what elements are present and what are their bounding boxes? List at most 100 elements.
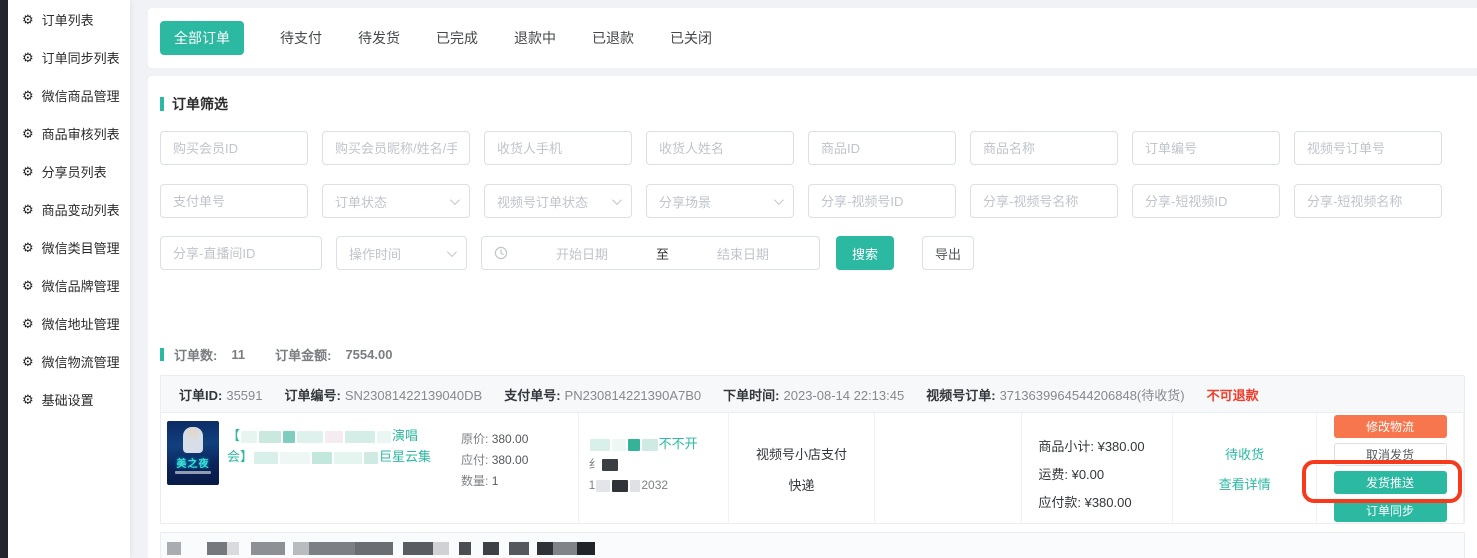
- order-id-meta: 订单ID: 35591: [179, 385, 263, 404]
- redacted-text: [642, 439, 658, 451]
- gear-icon: ⚙: [22, 279, 34, 292]
- sidebar-item-label: 微信地址管理: [42, 314, 120, 333]
- buyer-nickname-line: 不不开: [589, 433, 720, 454]
- gear-icon: ⚙: [22, 393, 34, 406]
- view-detail-link[interactable]: 查看详情: [1219, 474, 1271, 493]
- share-channel-name-input[interactable]: [970, 184, 1118, 218]
- sidebar-item-sharer-list[interactable]: ⚙分享员列表: [8, 152, 130, 190]
- filter-section-title: 订单筛选: [160, 94, 228, 114]
- product-title-fragment: 演唱: [392, 428, 418, 443]
- redacted-text: [254, 452, 278, 464]
- sidebar-item-wechat-logistics-mgmt[interactable]: ⚙ 微信物流管理: [8, 342, 130, 380]
- sidebar-item-order-sync-list[interactable]: ⚙订单同步列表: [8, 38, 130, 76]
- redacted-meta-row: [161, 533, 1464, 558]
- redacted-text: [537, 542, 553, 555]
- shipping-value: ¥0.00: [1072, 467, 1105, 482]
- gear-icon: ⚙: [22, 51, 34, 64]
- meta-label: 支付单号:: [504, 388, 560, 403]
- receiver-name-input[interactable]: [646, 131, 794, 165]
- sidebar-item-wechat-category-mgmt[interactable]: ⚙微信类目管理: [8, 228, 130, 266]
- empty-cell: [875, 413, 1022, 524]
- product-image[interactable]: 美之夜: [167, 421, 219, 485]
- chevron-down-icon: [774, 195, 784, 205]
- sidebar-item-wechat-brand-mgmt[interactable]: ⚙ 微信品牌管理: [8, 266, 130, 304]
- poster-title-text: 美之夜: [167, 455, 219, 470]
- tab-refunding[interactable]: 退款中: [514, 21, 556, 55]
- order-sync-button[interactable]: 订单同步: [1334, 499, 1447, 522]
- sidebar-item-label: 微信品牌管理: [42, 276, 120, 295]
- order-meta-header: 订单ID:35591 订单编号:SN23081422139040DB 支付单号:…: [161, 376, 1464, 413]
- product-title[interactable]: 【演唱 会】巨星云集: [227, 425, 463, 467]
- no-refund-badge: 不可退款: [1207, 385, 1259, 404]
- buyer-name-fragment: 纟: [589, 457, 601, 471]
- sidebar-item-product-review-list[interactable]: ⚙商品审核列表: [8, 114, 130, 152]
- sidebar-item-label: 微信商品管理: [42, 86, 120, 105]
- sidebar-item-label: 微信物流管理: [42, 352, 120, 371]
- redacted-text: [167, 542, 181, 555]
- redacted-text: [483, 542, 499, 555]
- redacted-text: [345, 431, 375, 443]
- date-range-picker[interactable]: 开始日期 至 结束日期: [481, 236, 820, 270]
- order-stats: 订单数: 11 订单金额: 7554.00: [160, 345, 398, 364]
- channel-order-number-input[interactable]: [1294, 131, 1442, 165]
- buyer-nickname-fragment: 不不开: [659, 436, 698, 451]
- share-live-room-id-input[interactable]: [160, 236, 322, 270]
- share-video-id-input[interactable]: [1132, 184, 1280, 218]
- share-channel-id-input[interactable]: [808, 184, 956, 218]
- share-scene-select[interactable]: 分享场景: [646, 184, 794, 218]
- order-status-cell: 待收货 查看详情: [1173, 413, 1317, 524]
- redacted-text: [283, 431, 295, 443]
- modify-logistics-button[interactable]: 修改物流: [1334, 415, 1447, 438]
- product-title-fragment: 【: [227, 428, 240, 443]
- product-name-input[interactable]: [970, 131, 1118, 165]
- sidebar-item-wechat-address-mgmt[interactable]: ⚙微信地址管理: [8, 304, 130, 342]
- sidebar: ⚙订单列表 ⚙订单同步列表 ⚙微信商品管理 ⚙商品审核列表 ⚙分享员列表 ⚙商品…: [8, 0, 130, 558]
- operate-time-select[interactable]: 操作时间: [336, 236, 467, 270]
- date-range-separator: 至: [656, 244, 669, 263]
- chevron-down-icon: [612, 195, 622, 205]
- sidebar-item-wechat-product-mgmt[interactable]: ⚙微信商品管理: [8, 76, 130, 114]
- tab-closed[interactable]: 已关闭: [670, 21, 712, 55]
- share-video-name-input[interactable]: [1294, 184, 1442, 218]
- product-title-fragment: 会】: [227, 449, 253, 464]
- meta-value: 35591: [226, 388, 262, 403]
- pay-price-label: 应付:: [461, 453, 488, 467]
- tab-pending-payment[interactable]: 待支付: [280, 21, 322, 55]
- sidebar-item-label: 微信类目管理: [42, 238, 120, 257]
- sidebar-item-order-list[interactable]: ⚙订单列表: [8, 0, 130, 38]
- receiver-phone-input[interactable]: [484, 131, 632, 165]
- sidebar-item-basic-settings[interactable]: ⚙基础设置: [8, 380, 130, 418]
- gear-icon: ⚙: [22, 355, 34, 368]
- cancel-shipment-button[interactable]: 取消发货: [1334, 443, 1447, 466]
- redacted-text: [325, 431, 343, 443]
- payment-number-input[interactable]: [160, 184, 308, 218]
- order-status-select[interactable]: 订单状态: [322, 184, 470, 218]
- buyer-member-id-input[interactable]: [160, 131, 308, 165]
- search-button[interactable]: 搜索: [836, 236, 894, 270]
- export-button[interactable]: 导出: [922, 236, 974, 270]
- buyer-cell: 不不开 纟 12032: [579, 413, 729, 524]
- quantity-value: 1: [492, 474, 499, 488]
- redacted-text: [241, 431, 257, 443]
- gear-icon: ⚙: [22, 203, 34, 216]
- redacted-text: [612, 439, 626, 451]
- tab-pending-shipment[interactable]: 待发货: [358, 21, 400, 55]
- redacted-text: [590, 439, 610, 451]
- buyer-nickname-input[interactable]: [322, 131, 470, 165]
- tab-all-orders[interactable]: 全部订单: [160, 21, 244, 55]
- tab-completed[interactable]: 已完成: [436, 21, 478, 55]
- order-number-input[interactable]: [1132, 131, 1280, 165]
- sidebar-item-product-change-list[interactable]: ⚙商品变动列表: [8, 190, 130, 228]
- filter-row-2: 订单状态 视频号订单状态 分享场景: [160, 184, 1442, 218]
- product-id-input[interactable]: [808, 131, 956, 165]
- shipment-push-button[interactable]: 发货推送: [1334, 471, 1447, 494]
- payment-number-meta: 支付单号:PN230814221390A7B0: [504, 385, 701, 404]
- tab-refunded[interactable]: 已退款: [592, 21, 634, 55]
- start-date-placeholder[interactable]: 开始日期: [518, 244, 646, 263]
- chevron-down-icon: [450, 195, 460, 205]
- channel-order-status-select[interactable]: 视频号订单状态: [484, 184, 632, 218]
- select-placeholder: 订单状态: [335, 192, 387, 211]
- product-price-detail: 原价: 380.00 应付: 380.00 数量: 1: [461, 429, 528, 492]
- meta-label: 订单ID:: [179, 388, 222, 403]
- end-date-placeholder[interactable]: 结束日期: [679, 244, 807, 263]
